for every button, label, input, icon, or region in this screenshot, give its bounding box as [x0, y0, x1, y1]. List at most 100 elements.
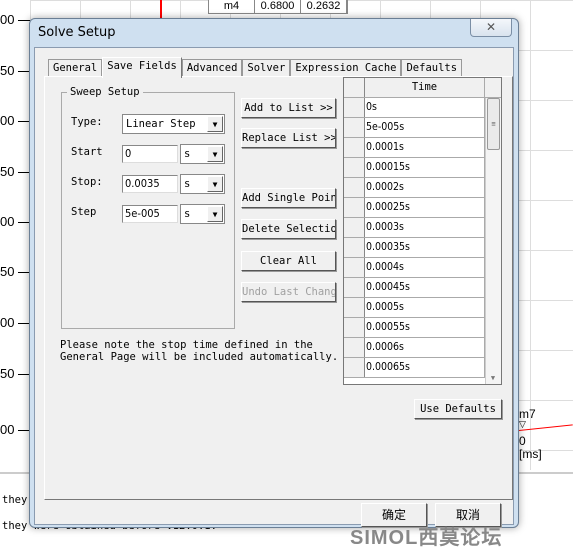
tab-general[interactable]: General — [48, 59, 103, 77]
time-cell[interactable]: 0.0005s — [365, 298, 485, 317]
stop-label: Stop: — [71, 176, 103, 188]
step-input[interactable]: 5e-005 — [122, 205, 178, 223]
row-header[interactable] — [344, 158, 365, 177]
list-item[interactable]: 0.00035s — [344, 238, 501, 258]
tab-solver[interactable]: Solver — [242, 59, 291, 77]
row-header[interactable] — [344, 178, 365, 197]
y-tick — [18, 20, 30, 21]
list-item[interactable]: 0.00045s — [344, 278, 501, 298]
dialog-client: General Save Fields Advanced Solver Expressi… — [34, 47, 514, 527]
list-item[interactable]: 0.0001s — [344, 138, 501, 158]
y-tick-label: 50 — [0, 264, 15, 279]
list-item[interactable]: 0.0004s — [344, 258, 501, 278]
time-cell[interactable]: 0.0002s — [365, 178, 485, 197]
list-item[interactable]: 0s — [344, 98, 501, 118]
tab-advanced[interactable]: Advanced — [181, 59, 243, 77]
list-item[interactable]: 0.00025s — [344, 198, 501, 218]
chevron-down-icon[interactable]: ▼ — [207, 176, 223, 192]
row-header[interactable] — [344, 118, 365, 137]
y-tick-label: 50 — [0, 164, 15, 179]
time-cell[interactable]: 5e-005s — [365, 118, 485, 137]
time-cell[interactable]: 0.00045s — [365, 278, 485, 297]
tab-defaults[interactable]: Defaults — [401, 59, 463, 77]
sweep-setup-group: Sweep Setup Type: Linear Step ▼ Start 0 s… — [61, 86, 235, 329]
tab-expression-cache[interactable]: Expression Cache — [290, 59, 402, 77]
row-header[interactable] — [344, 138, 365, 157]
time-cell[interactable]: 0.0003s — [365, 218, 485, 237]
scrollbar-thumb[interactable]: ≡ — [487, 98, 500, 150]
group-title: Sweep Setup — [67, 86, 143, 98]
time-cell[interactable]: 0.00035s — [365, 238, 485, 257]
close-icon[interactable]: ✕ — [470, 19, 512, 37]
scroll-down-icon[interactable]: ▼ — [486, 374, 500, 382]
marker-y: 0.2632 — [301, 0, 347, 13]
chevron-down-icon[interactable]: ▼ — [207, 116, 223, 132]
time-cell[interactable]: 0.00015s — [365, 158, 485, 177]
solve-setup-dialog: Solve Setup ✕ General Save Fields Advanced… — [29, 18, 519, 528]
row-header[interactable] — [344, 218, 365, 237]
row-header[interactable] — [344, 318, 365, 337]
add-to-list-button[interactable]: Add to List >> — [241, 98, 336, 118]
unit-value: s — [184, 208, 191, 220]
row-header[interactable] — [344, 238, 365, 257]
list-item[interactable]: 0.0002s — [344, 178, 501, 198]
stop-time-note: Please note the stop time defined in the… — [60, 339, 339, 363]
row-header[interactable] — [344, 358, 365, 377]
watermark-logo: SIMOL西莫论坛 — [350, 527, 503, 549]
list-item[interactable]: 0.0003s — [344, 218, 501, 238]
log-line: they — [2, 494, 28, 506]
list-item[interactable]: 0.00055s — [344, 318, 501, 338]
time-cell[interactable]: 0.0001s — [365, 138, 485, 157]
add-single-point-button[interactable]: Add Single Point — [241, 188, 336, 208]
row-header[interactable] — [344, 298, 365, 317]
marker-table-row: m4 0.6800 0.2632 — [208, 0, 348, 14]
list-item[interactable]: 0.0005s — [344, 298, 501, 318]
use-defaults-button[interactable]: Use Defaults — [414, 399, 502, 419]
row-header[interactable] — [344, 258, 365, 277]
save-fields-panel: Sweep Setup Type: Linear Step ▼ Start 0 s… — [44, 76, 513, 500]
time-cell[interactable]: 0.00065s — [365, 358, 485, 377]
delete-selection-button[interactable]: Delete Selection — [241, 219, 336, 239]
x-tick: 0 — [519, 434, 526, 448]
time-cell[interactable]: 0.0006s — [365, 338, 485, 357]
y-tick-label: 00 — [0, 422, 15, 437]
chevron-down-icon[interactable]: ▼ — [207, 146, 223, 162]
unit-value: s — [184, 178, 191, 190]
vertical-scrollbar[interactable]: ≡ ▼ — [485, 98, 501, 384]
start-input[interactable]: 0 — [122, 145, 178, 163]
start-label: Start — [71, 146, 103, 158]
row-header[interactable] — [344, 98, 365, 117]
time-cell[interactable]: 0s — [365, 98, 485, 117]
step-label: Step — [71, 206, 97, 218]
time-cell[interactable]: 0.00025s — [365, 198, 485, 217]
time-cell[interactable]: 0.00055s — [365, 318, 485, 337]
marker-x: 0.6800 — [255, 0, 301, 13]
type-value: Linear Step — [126, 118, 196, 130]
y-tick-label: 00 — [0, 214, 15, 229]
time-column-header[interactable]: Time — [365, 78, 485, 97]
clear-all-button[interactable]: Clear All — [241, 251, 336, 271]
row-header[interactable] — [344, 198, 365, 217]
list-item[interactable]: 0.00015s — [344, 158, 501, 178]
stop-unit-select[interactable]: s ▼ — [180, 174, 225, 194]
y-tick-label: 50 — [0, 63, 15, 78]
y-tick-label: 00 — [0, 12, 15, 27]
tab-save-fields[interactable]: Save Fields — [102, 57, 182, 78]
type-select[interactable]: Linear Step ▼ — [122, 114, 225, 134]
undo-last-change-button[interactable]: Undo Last Change — [241, 282, 336, 302]
marker-name: m4 — [209, 0, 255, 13]
step-unit-select[interactable]: s ▼ — [180, 204, 225, 224]
chevron-down-icon[interactable]: ▼ — [207, 206, 223, 222]
list-item[interactable]: 0.0006s — [344, 338, 501, 358]
start-unit-select[interactable]: s ▼ — [180, 144, 225, 164]
row-header[interactable] — [344, 278, 365, 297]
list-item[interactable]: 0.00065s — [344, 358, 501, 378]
stop-input[interactable]: 0.0035 — [122, 175, 178, 193]
row-header[interactable] — [344, 338, 365, 357]
type-label: Type: — [71, 116, 103, 128]
time-cell[interactable]: 0.0004s — [365, 258, 485, 277]
list-item[interactable]: 5e-005s — [344, 118, 501, 138]
plot-trace — [160, 0, 162, 18]
replace-list-button[interactable]: Replace List >> — [241, 128, 336, 148]
time-list[interactable]: Time 0s 5e-005s 0.0001s 0.00015s 0.0002s 0.00… — [343, 77, 502, 385]
